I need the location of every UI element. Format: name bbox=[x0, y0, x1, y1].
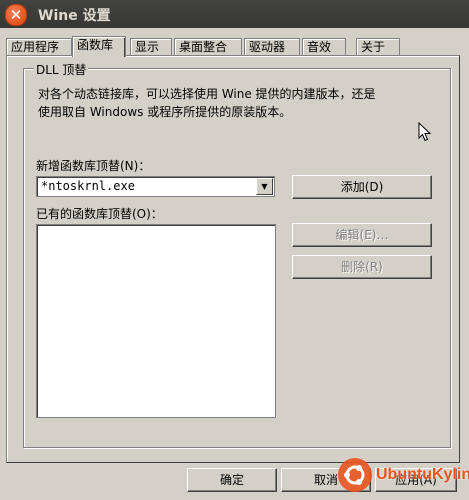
group-description: 对各个动态链接库，可以选择使用 Wine 提供的内建版本，还是 使用取自 Win… bbox=[38, 85, 438, 121]
new-override-label: 新增函数库顶替(N)： bbox=[36, 159, 151, 173]
description-line-1: 对各个动态链接库，可以选择使用 Wine 提供的内建版本，还是 bbox=[38, 87, 376, 101]
existing-overrides-label: 已有的函数库顶替(O)： bbox=[36, 207, 163, 221]
mouse-cursor-icon bbox=[418, 122, 432, 142]
description-line-2: 使用取自 Windows 或程序所提供的原装版本。 bbox=[38, 105, 292, 119]
watermark: UbuntuKylin bbox=[338, 458, 469, 496]
watermark-text: UbuntuKylin bbox=[376, 466, 469, 483]
remove-button[interactable]: 删除(R) bbox=[292, 255, 432, 279]
group-title: DLL 顶替 bbox=[34, 61, 89, 78]
close-icon: ✕ bbox=[9, 6, 23, 24]
ok-button[interactable]: 确定 bbox=[187, 468, 277, 492]
tab-desktop-integration[interactable]: 桌面整合 bbox=[174, 38, 242, 55]
tab-drives[interactable]: 驱动器 bbox=[244, 38, 300, 55]
window-title: Wine 设置 bbox=[38, 8, 111, 24]
tab-libraries[interactable]: 函数库 bbox=[72, 36, 126, 57]
libraries-panel: DLL 顶替 对各个动态链接库，可以选择使用 Wine 提供的内建版本，还是 使… bbox=[6, 55, 460, 463]
dll-overrides-group: DLL 顶替 对各个动态链接库，可以选择使用 Wine 提供的内建版本，还是 使… bbox=[23, 61, 451, 448]
tab-audio[interactable]: 音效 bbox=[302, 38, 346, 55]
edit-button[interactable]: 编辑(E)… bbox=[292, 223, 432, 247]
new-override-value: *ntoskrnl.exe bbox=[41, 179, 135, 193]
close-button[interactable]: ✕ bbox=[5, 4, 27, 26]
new-override-combobox[interactable]: *ntoskrnl.exe ▼ bbox=[36, 176, 275, 197]
dialog-body: 应用程序 函数库 显示 桌面整合 驱动器 音效 关于 DLL 顶替 对各个动态链… bbox=[0, 28, 469, 500]
add-button[interactable]: 添加(D) bbox=[292, 175, 432, 199]
dropdown-arrow-icon[interactable]: ▼ bbox=[256, 178, 273, 195]
ubuntukylin-logo-icon bbox=[338, 458, 372, 492]
tab-about[interactable]: 关于 bbox=[356, 38, 400, 55]
tab-graphics[interactable]: 显示 bbox=[130, 38, 172, 55]
tab-applications[interactable]: 应用程序 bbox=[6, 38, 72, 55]
existing-overrides-list[interactable] bbox=[36, 224, 276, 418]
title-bar: ✕ Wine 设置 bbox=[0, 0, 469, 28]
